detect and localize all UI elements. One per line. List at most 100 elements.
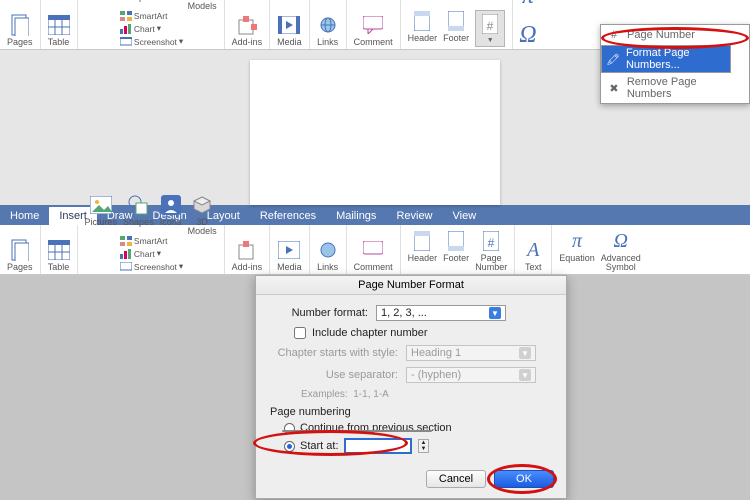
chart-button[interactable]: Chart ▾ bbox=[120, 23, 183, 34]
tab-review[interactable]: Review bbox=[386, 207, 442, 225]
chapter-style-label: Chapter starts with style: bbox=[266, 347, 406, 359]
addins-button-2[interactable]: Add-ins bbox=[232, 239, 263, 272]
annotation-strike bbox=[282, 430, 432, 432]
equation-button[interactable]: πEquation bbox=[559, 230, 595, 272]
page-number-icon: # bbox=[479, 13, 501, 35]
tab-mailings[interactable]: Mailings bbox=[326, 207, 386, 225]
media-button-2[interactable]: Media bbox=[277, 239, 302, 272]
include-chapter-check[interactable] bbox=[294, 327, 306, 339]
media-label: Media bbox=[277, 38, 302, 47]
hash-icon: # bbox=[607, 28, 621, 42]
screenshot-icon bbox=[120, 37, 132, 47]
table-button-2[interactable]: Table bbox=[48, 239, 70, 272]
svg-text:#: # bbox=[488, 236, 495, 250]
addins-label: Add-ins bbox=[232, 38, 263, 47]
footer-label: Footer bbox=[443, 34, 469, 43]
continue-label: Continue from previous section bbox=[300, 422, 452, 434]
header-button-2[interactable]: Header bbox=[408, 230, 438, 272]
illustrations-side: SmartArt Chart ▾ Screenshot ▾ bbox=[120, 11, 183, 47]
equation-glyph[interactable]: π bbox=[522, 0, 534, 10]
footer-button-2[interactable]: Footer bbox=[443, 230, 469, 272]
symbols-group: A π Ω bbox=[513, 0, 542, 49]
links-button-2[interactable]: Links bbox=[317, 239, 339, 272]
page-number-split-button[interactable]: #▼ bbox=[475, 10, 505, 47]
screenshot-button[interactable]: Screenshot ▾ bbox=[120, 36, 183, 47]
smartart-icon bbox=[120, 11, 132, 21]
menu-format-page-numbers[interactable]: 🖍Format Page Numbers... bbox=[601, 45, 731, 73]
start-at-radio[interactable] bbox=[284, 441, 295, 452]
page-number-button-2[interactable]: #Page Number bbox=[475, 230, 507, 272]
links-icon bbox=[317, 239, 339, 261]
3d-models-button[interactable]: 3D Models bbox=[188, 0, 217, 11]
smartart-button[interactable]: SmartArt bbox=[120, 11, 183, 21]
header-label: Header bbox=[408, 34, 438, 43]
pages-button[interactable]: Pages bbox=[7, 14, 33, 47]
shapes-button-2[interactable]: Shapes bbox=[123, 194, 154, 236]
header-icon bbox=[411, 230, 433, 252]
smartart-button-2[interactable]: SmartArt bbox=[120, 236, 183, 246]
addins-button[interactable]: Add-ins bbox=[232, 14, 263, 47]
pages-icon bbox=[9, 14, 31, 36]
comment-button-2[interactable]: Comment bbox=[354, 239, 393, 272]
shapes-label: Shapes bbox=[123, 0, 154, 2]
icons-button[interactable]: Icons bbox=[160, 0, 182, 11]
dialog-backdrop: Page Number Format Number format: 1, 2, … bbox=[0, 275, 750, 500]
links-button[interactable]: Links bbox=[317, 14, 339, 47]
icons-button-2[interactable]: Icons bbox=[160, 194, 182, 236]
media-icon bbox=[278, 14, 300, 36]
media-button[interactable]: Media bbox=[277, 14, 302, 47]
page-number-icon: # bbox=[480, 230, 502, 252]
start-at-input[interactable] bbox=[344, 438, 412, 454]
page-numbering-header: Page numbering bbox=[270, 406, 548, 418]
tab-references[interactable]: References bbox=[250, 207, 326, 225]
remove-icon: ✖ bbox=[607, 81, 621, 95]
comment-icon bbox=[362, 14, 384, 36]
3d-models-button-2[interactable]: 3D Models bbox=[188, 194, 217, 236]
tab-view[interactable]: View bbox=[443, 207, 487, 225]
screenshot-button-2[interactable]: Screenshot ▾ bbox=[120, 261, 183, 272]
page-number-format-dialog: Page Number Format Number format: 1, 2, … bbox=[255, 275, 567, 499]
chart-icon bbox=[120, 24, 132, 34]
icons-icon bbox=[160, 194, 182, 216]
table-icon bbox=[48, 239, 70, 261]
chevron-down-icon: ▼ bbox=[419, 446, 429, 452]
symbol-glyph[interactable]: Ω bbox=[519, 22, 536, 49]
comment-icon bbox=[362, 239, 384, 261]
start-at-label: Start at: bbox=[300, 440, 339, 452]
menu-page-number[interactable]: #Page Number bbox=[601, 25, 749, 45]
ok-button[interactable]: OK bbox=[494, 470, 554, 488]
start-at-stepper[interactable]: ▲▼ bbox=[418, 439, 430, 453]
number-format-select[interactable]: 1, 2, 3, ...▼ bbox=[376, 305, 506, 321]
chevron-down-icon: ▼ bbox=[489, 307, 501, 319]
media-icon bbox=[278, 239, 300, 261]
links-label: Links bbox=[317, 38, 338, 47]
pictures-button[interactable]: Pictures bbox=[85, 0, 118, 11]
pictures-button-2[interactable]: Pictures bbox=[85, 194, 118, 236]
addins-icon bbox=[236, 239, 258, 261]
cancel-button[interactable]: Cancel bbox=[426, 470, 486, 488]
blank-page[interactable] bbox=[250, 60, 500, 205]
page-number-menu: #Page Number 🖍Format Page Numbers... ✖Re… bbox=[600, 24, 750, 104]
dialog-title: Page Number Format bbox=[256, 276, 566, 295]
shapes-icon bbox=[127, 194, 149, 216]
footer-button[interactable]: Footer bbox=[443, 10, 469, 47]
addins-icon bbox=[236, 14, 258, 36]
footer-icon bbox=[445, 230, 467, 252]
text-button[interactable]: AText bbox=[522, 239, 544, 272]
header-button[interactable]: Header bbox=[408, 10, 438, 47]
pages-label: Pages bbox=[7, 38, 33, 47]
comment-button[interactable]: Comment bbox=[354, 14, 393, 47]
menu-remove-page-numbers[interactable]: ✖Remove Page Numbers bbox=[601, 73, 749, 103]
pictures-icon bbox=[90, 194, 112, 216]
shapes-button[interactable]: Shapes bbox=[123, 0, 154, 11]
ribbon-top: Pages Table Pictures Shapes Icons 3D Mod… bbox=[0, 0, 750, 50]
ribbon-bottom: Pages Table Pictures Shapes Icons 3D Mod… bbox=[0, 225, 750, 275]
pages-icon bbox=[9, 239, 31, 261]
table-button[interactable]: Table bbox=[48, 14, 70, 47]
pages-button-2[interactable]: Pages bbox=[7, 239, 33, 272]
examples-text: Examples: 1-1, 1-A bbox=[301, 389, 548, 400]
chart-button-2[interactable]: Chart ▾ bbox=[120, 248, 183, 259]
advanced-symbol-button[interactable]: ΩAdvanced Symbol bbox=[601, 230, 641, 272]
tab-home[interactable]: Home bbox=[0, 207, 49, 225]
pictures-label: Pictures bbox=[85, 0, 118, 2]
